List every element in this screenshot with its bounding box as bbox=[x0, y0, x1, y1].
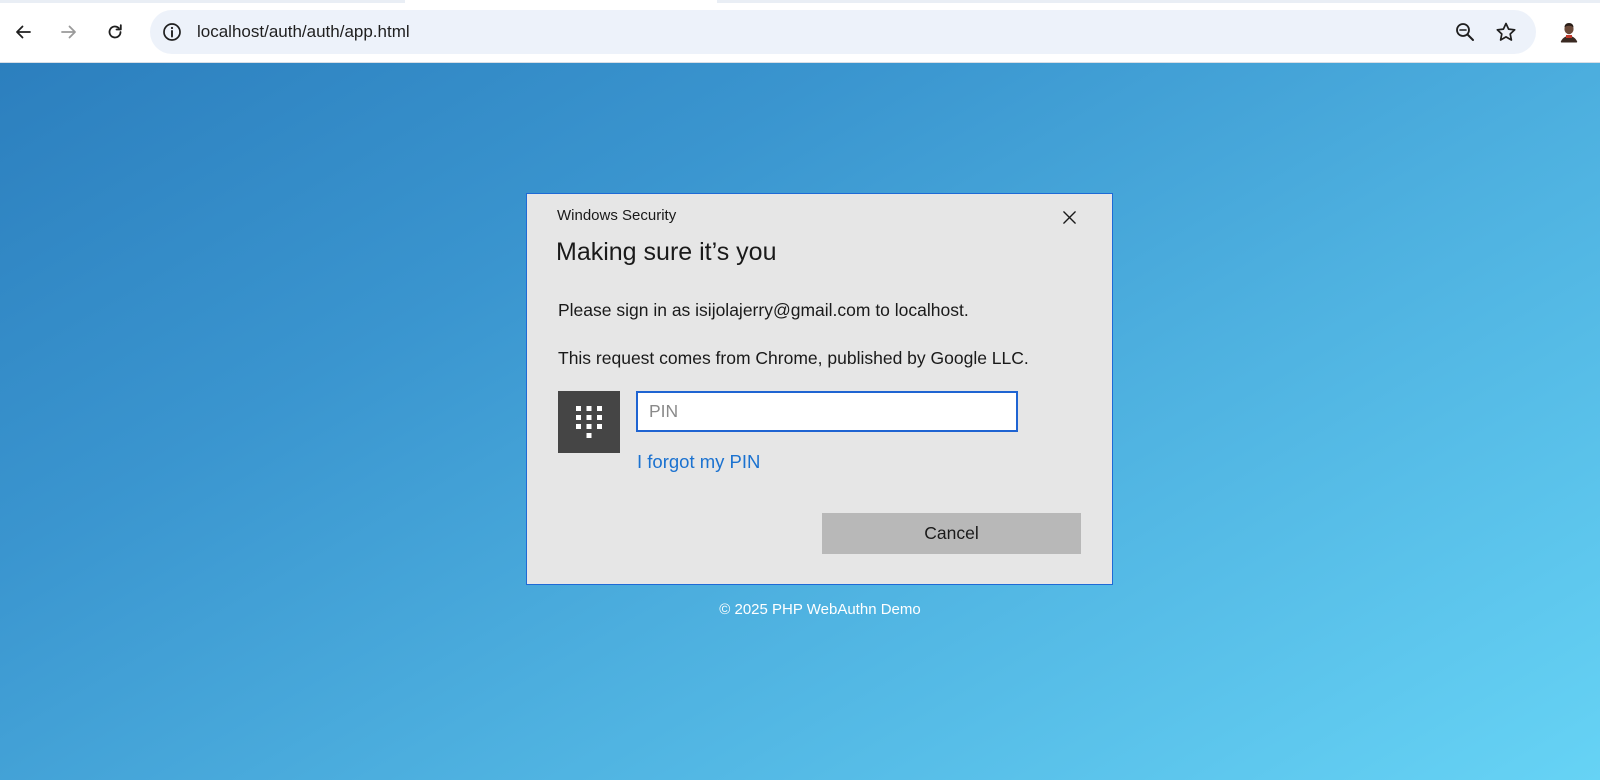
active-tab[interactable] bbox=[405, 0, 717, 3]
close-icon bbox=[1062, 210, 1076, 224]
tab-strip bbox=[0, 0, 1600, 3]
dialog-title: Making sure it’s you bbox=[556, 238, 777, 266]
footer-copyright: © 2025 PHP WebAuthn Demo bbox=[719, 601, 921, 618]
avatar-icon bbox=[1556, 19, 1582, 45]
reload-button[interactable] bbox=[99, 16, 131, 48]
back-button[interactable] bbox=[7, 16, 39, 48]
cancel-button[interactable]: Cancel bbox=[822, 513, 1081, 554]
keypad-icon bbox=[576, 406, 602, 438]
url-text[interactable]: localhost/auth/auth/app.html bbox=[197, 10, 410, 54]
windows-security-dialog: Windows Security Making sure it’s you Pl… bbox=[526, 193, 1113, 585]
sign-in-message: Please sign in as isijolajerry@gmail.com… bbox=[558, 300, 969, 320]
forgot-pin-link[interactable]: I forgot my PIN bbox=[637, 451, 760, 473]
request-origin-message: This request comes from Chrome, publishe… bbox=[558, 348, 1029, 368]
close-button[interactable] bbox=[1052, 202, 1086, 232]
forward-arrow-icon bbox=[61, 25, 76, 39]
reload-icon bbox=[108, 24, 122, 39]
dialog-caption: Windows Security bbox=[557, 207, 677, 224]
browser-toolbar: localhost/auth/auth/app.html bbox=[0, 0, 1600, 63]
back-arrow-icon bbox=[16, 25, 31, 39]
pin-keypad-tile bbox=[558, 391, 620, 453]
zoom-icon[interactable] bbox=[1454, 21, 1476, 43]
site-info-icon[interactable] bbox=[162, 22, 182, 42]
forward-button[interactable] bbox=[53, 16, 85, 48]
profile-avatar[interactable] bbox=[1556, 19, 1582, 45]
pin-input[interactable] bbox=[636, 391, 1018, 432]
address-bar[interactable]: localhost/auth/auth/app.html bbox=[150, 10, 1536, 54]
star-icon[interactable] bbox=[1495, 21, 1517, 43]
